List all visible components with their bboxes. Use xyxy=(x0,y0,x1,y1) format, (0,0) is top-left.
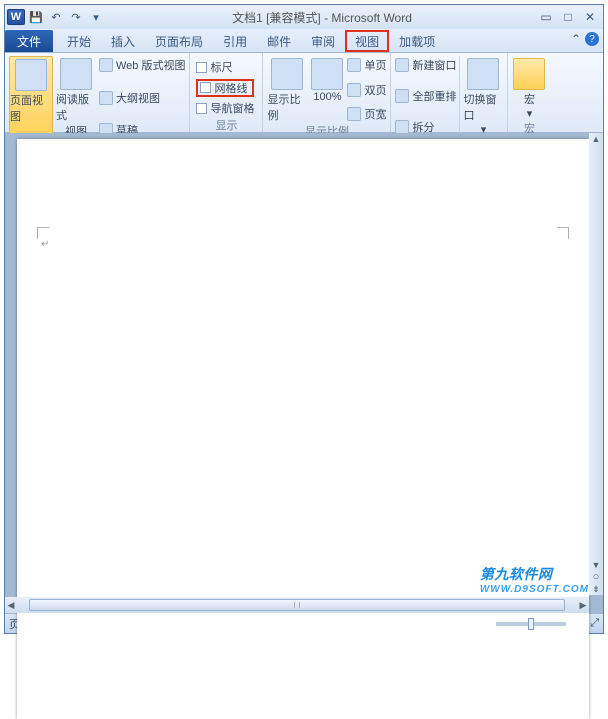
web-layout-button[interactable]: Web 版式视图 xyxy=(99,56,185,74)
zoom-100-button[interactable]: 100% xyxy=(310,56,344,123)
tab-review[interactable]: 审阅 xyxy=(301,30,345,52)
ribbon-tabs: 文件 开始 插入 页面布局 引用 邮件 审阅 视图 加载项 ⌃ ? xyxy=(5,29,603,53)
tab-mailings[interactable]: 邮件 xyxy=(257,30,301,52)
margin-corner xyxy=(557,227,569,239)
qa-undo-icon[interactable]: ↶ xyxy=(47,8,65,26)
group-document-views: 页面视图 阅读版式 视图 Web 版式视图 大纲视图 xyxy=(5,53,190,132)
watermark: 第九软件网 WWW.D9SOFT.COM xyxy=(480,564,589,595)
group-zoom: 显示比例 100% 单页 双页 xyxy=(263,53,391,132)
minimize-button[interactable]: ▭ xyxy=(539,10,553,24)
zoom-100-icon xyxy=(311,58,343,90)
qa-save-icon[interactable]: 💾 xyxy=(27,8,45,26)
macro-icon xyxy=(513,58,545,90)
checkbox-icon xyxy=(196,62,207,73)
page-width-icon xyxy=(347,107,361,121)
new-window-icon xyxy=(395,58,409,72)
switch-windows-icon xyxy=(467,58,499,90)
group-macros: 宏 ▾ 宏 xyxy=(508,53,550,132)
tab-references[interactable]: 引用 xyxy=(213,30,257,52)
zoom-knob[interactable] xyxy=(528,618,534,630)
outline-view-button[interactable]: 大纲视图 xyxy=(99,89,185,107)
zoom-button[interactable]: 显示比例 xyxy=(267,56,307,123)
two-pages-button[interactable]: 双页 xyxy=(347,81,386,99)
new-window-button[interactable]: 新建窗口 xyxy=(395,56,456,74)
page-view-icon xyxy=(15,59,47,91)
group-show-label: 显示 xyxy=(190,117,262,132)
one-page-button[interactable]: 单页 xyxy=(347,56,386,74)
horizontal-scrollbar[interactable]: ◀ ▶ xyxy=(5,597,589,613)
window-controls: ▭ □ ✕ xyxy=(539,10,603,24)
one-page-icon xyxy=(347,58,361,72)
scroll-up-icon[interactable]: ▲ xyxy=(590,133,602,145)
arrange-all-button[interactable]: 全部重排 xyxy=(395,87,456,105)
scroll-thumb[interactable] xyxy=(29,599,565,611)
tab-home[interactable]: 开始 xyxy=(57,30,101,52)
quick-access-toolbar: W 💾 ↶ ↷ ▾ xyxy=(5,8,105,26)
next-object-icon[interactable]: ⇟ xyxy=(590,583,602,595)
page-width-button[interactable]: 页宽 xyxy=(347,105,386,123)
magnifier-icon xyxy=(271,58,303,90)
checkbox-icon xyxy=(196,103,207,114)
checkbox-icon xyxy=(200,82,211,93)
help-icon[interactable]: ? xyxy=(585,32,599,46)
tab-insert[interactable]: 插入 xyxy=(101,30,145,52)
web-layout-icon xyxy=(99,58,113,72)
outline-icon xyxy=(99,91,113,105)
scroll-left-icon[interactable]: ◀ xyxy=(5,599,17,611)
word-window: W 💾 ↶ ↷ ▾ 文档1 [兼容模式] - Microsoft Word ▭ … xyxy=(4,4,604,634)
group-show: 标尺 网格线 导航窗格 显示 xyxy=(190,53,263,132)
macros-button[interactable]: 宏 ▾ xyxy=(512,56,546,120)
page[interactable]: ↵ xyxy=(17,139,589,719)
group-window: 新建窗口 全部重排 拆分 切换窗口 ▾ xyxy=(391,53,508,132)
scroll-down-icon[interactable]: ▼ xyxy=(590,559,602,571)
page-view-button[interactable]: 页面视图 xyxy=(9,56,53,139)
scroll-right-icon[interactable]: ▶ xyxy=(577,599,589,611)
nav-pane-checkbox[interactable]: 导航窗格 xyxy=(196,99,254,117)
reading-layout-icon xyxy=(60,58,92,90)
gridlines-checkbox[interactable]: 网格线 xyxy=(196,79,254,97)
two-pages-icon xyxy=(347,83,361,97)
fullscreen-icon[interactable]: ⤢ xyxy=(590,617,599,630)
title-bar: W 💾 ↶ ↷ ▾ 文档1 [兼容模式] - Microsoft Word ▭ … xyxy=(5,5,603,29)
document-area: ↵ ▲ ▼ ○ ⇟ ◀ ▶ xyxy=(5,133,603,613)
reading-layout-button[interactable]: 阅读版式 视图 xyxy=(56,56,96,139)
object-browse-icon[interactable]: ○ xyxy=(590,571,602,583)
qa-redo-icon[interactable]: ↷ xyxy=(67,8,85,26)
vertical-scrollbar[interactable]: ▲ ▼ ○ ⇟ xyxy=(589,133,603,595)
tab-view[interactable]: 视图 xyxy=(345,30,389,52)
ruler-checkbox[interactable]: 标尺 xyxy=(196,58,254,76)
ribbon: 页面视图 阅读版式 视图 Web 版式视图 大纲视图 xyxy=(5,53,603,133)
maximize-button[interactable]: □ xyxy=(561,10,575,24)
close-button[interactable]: ✕ xyxy=(583,10,597,24)
zoom-track[interactable] xyxy=(496,622,566,626)
arrange-all-icon xyxy=(395,89,409,103)
tab-file[interactable]: 文件 xyxy=(5,30,53,52)
qa-customize-icon[interactable]: ▾ xyxy=(87,8,105,26)
switch-windows-button[interactable]: 切换窗口 ▾ xyxy=(463,56,503,136)
chevron-down-icon: ▾ xyxy=(527,107,533,120)
tab-addins[interactable]: 加载项 xyxy=(389,30,445,52)
margin-corner xyxy=(37,227,49,239)
app-icon[interactable]: W xyxy=(7,9,25,25)
page-view-label: 页面视图 xyxy=(10,92,52,124)
tab-pagelayout[interactable]: 页面布局 xyxy=(145,30,213,52)
paragraph-mark: ↵ xyxy=(41,239,49,250)
split-icon xyxy=(395,120,409,134)
window-title: 文档1 [兼容模式] - Microsoft Word xyxy=(105,9,539,26)
ribbon-collapse-icon[interactable]: ⌃ xyxy=(571,32,581,46)
